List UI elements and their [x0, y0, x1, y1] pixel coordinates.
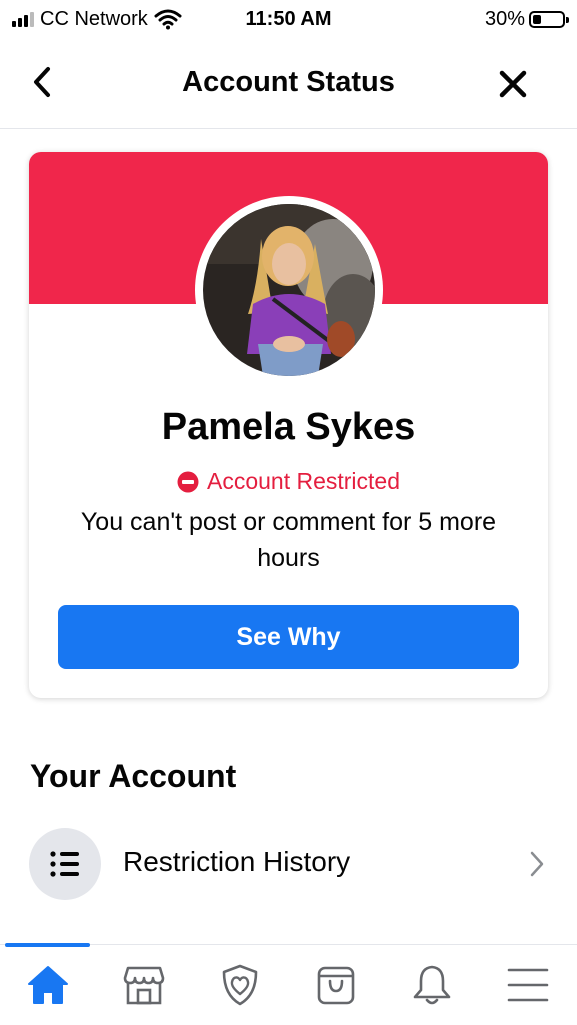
nav-notifications[interactable] — [408, 961, 456, 1009]
restriction-history-item[interactable]: Restriction History — [0, 826, 577, 902]
status-bar-right: 30% — [484, 6, 569, 32]
no-entry-icon — [177, 471, 199, 492]
nav-home[interactable] — [24, 961, 72, 1009]
home-icon — [28, 966, 68, 1004]
close-icon — [499, 70, 527, 98]
restriction-history-label: Restriction History — [123, 846, 351, 877]
nav-marketplace[interactable] — [120, 961, 168, 1009]
battery-fill — [533, 14, 541, 24]
active-tab-indicator — [5, 943, 90, 947]
account-status-card: Pamela Sykes Account Restricted You can'… — [29, 152, 548, 698]
profile-name: Pamela Sykes — [161, 406, 416, 448]
battery-percentage: 30% — [484, 7, 525, 30]
account-status-label: Account Restricted — [206, 468, 401, 494]
section-title-your-account: Your Account — [30, 758, 237, 794]
row-icon-container — [29, 828, 101, 900]
dating-heart-shield-icon — [222, 964, 258, 1006]
avatar[interactable] — [195, 196, 383, 384]
shopping-bag-icon — [317, 966, 355, 1005]
profile-photo — [203, 204, 375, 376]
top-navigation-bar: Account Status — [0, 48, 577, 129]
chevron-right-icon — [530, 851, 544, 877]
list-icon — [50, 851, 79, 877]
nav-menu[interactable] — [504, 961, 552, 1009]
menu-icon — [507, 968, 549, 1002]
bottom-navigation-bar — [0, 943, 577, 1025]
status-bar: CC Network 11:50 AM 30% — [0, 0, 577, 38]
restriction-message: You can't post or comment for 5 more hou… — [80, 508, 497, 572]
bell-icon — [413, 965, 451, 1005]
battery-icon — [529, 10, 569, 28]
nav-dating[interactable] — [216, 961, 264, 1009]
nav-shop[interactable] — [312, 961, 360, 1009]
close-button[interactable] — [495, 66, 531, 102]
marketplace-icon — [123, 966, 165, 1005]
page-title: Account Status — [182, 66, 395, 98]
account-status-badge: Account Restricted — [29, 468, 548, 495]
see-why-button[interactable]: See Why — [58, 605, 519, 669]
